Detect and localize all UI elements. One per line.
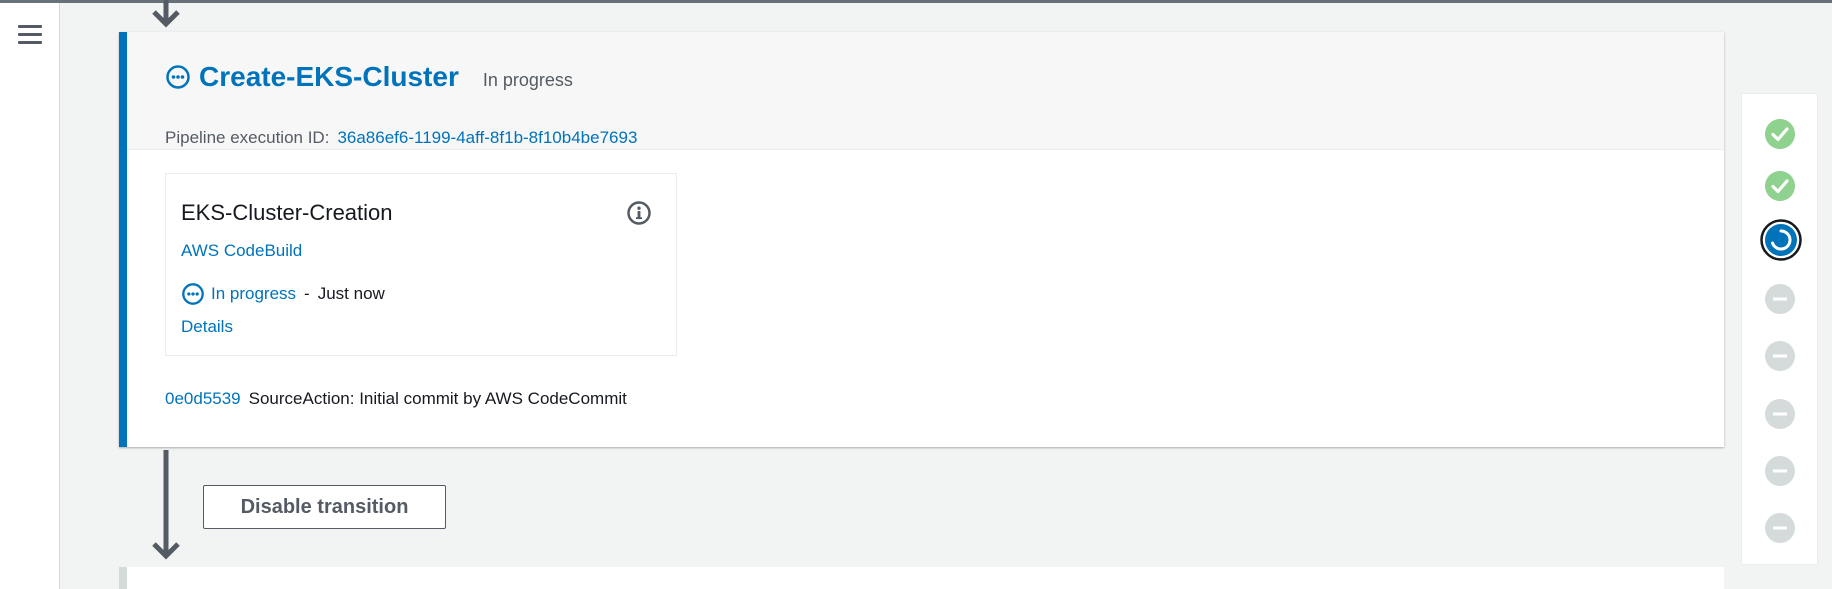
step-succeeded-icon[interactable] bbox=[1763, 169, 1797, 203]
left-nav-rail bbox=[0, 3, 60, 589]
step-succeeded-icon[interactable] bbox=[1763, 117, 1797, 151]
stage-title[interactable]: Create-EKS-Cluster bbox=[199, 61, 459, 93]
transition-arrow-icon bbox=[152, 0, 180, 28]
action-status: In progress bbox=[211, 284, 297, 303]
commit-hash-link[interactable]: 0e0d5539 bbox=[165, 389, 241, 409]
execution-id-link[interactable]: 36a86ef6-1199-4aff-8f1b-8f10b4be7693 bbox=[337, 128, 637, 148]
hamburger-menu-icon[interactable] bbox=[18, 25, 42, 45]
in-progress-icon bbox=[166, 65, 190, 89]
stage-status: In progress bbox=[482, 69, 573, 90]
action-status-row: In progress - Just now bbox=[181, 282, 385, 306]
status-separator: - bbox=[304, 284, 310, 303]
stage-header: Create-EKS-Cluster In progress Pipeline … bbox=[127, 32, 1724, 150]
step-not-started-icon[interactable] bbox=[1763, 339, 1797, 373]
step-not-started-icon[interactable] bbox=[1763, 454, 1797, 488]
action-card: EKS-Cluster-Creation AWS CodeBuild In pr… bbox=[165, 173, 677, 356]
action-provider-link[interactable]: AWS CodeBuild bbox=[181, 241, 302, 261]
details-link[interactable]: Details bbox=[181, 317, 233, 337]
step-not-started-icon[interactable] bbox=[1763, 282, 1797, 316]
step-not-started-icon[interactable] bbox=[1763, 511, 1797, 545]
action-name: EKS-Cluster-Creation bbox=[181, 200, 393, 225]
step-in-progress-icon[interactable] bbox=[1760, 219, 1802, 261]
transition-arrow-icon bbox=[152, 450, 180, 560]
top-border bbox=[0, 0, 1832, 3]
execution-id-row: Pipeline execution ID: 36a86ef6-1199-4af… bbox=[165, 128, 637, 148]
step-not-started-icon[interactable] bbox=[1763, 397, 1797, 431]
stage-title-row: Create-EKS-Cluster In progress bbox=[165, 60, 573, 94]
in-progress-icon bbox=[182, 283, 204, 305]
info-icon[interactable] bbox=[626, 200, 652, 226]
commit-row: 0e0d5539 SourceAction: Initial commit by… bbox=[165, 389, 627, 409]
execution-id-label: Pipeline execution ID: bbox=[165, 128, 330, 147]
stage-card: Create-EKS-Cluster In progress Pipeline … bbox=[119, 32, 1724, 447]
disable-transition-button[interactable]: Disable transition bbox=[203, 485, 446, 529]
commit-message: SourceAction: Initial commit by AWS Code… bbox=[248, 389, 627, 408]
next-stage-card bbox=[119, 567, 1724, 589]
stage-progress-panel bbox=[1741, 93, 1818, 565]
action-time: Just now bbox=[317, 284, 385, 303]
